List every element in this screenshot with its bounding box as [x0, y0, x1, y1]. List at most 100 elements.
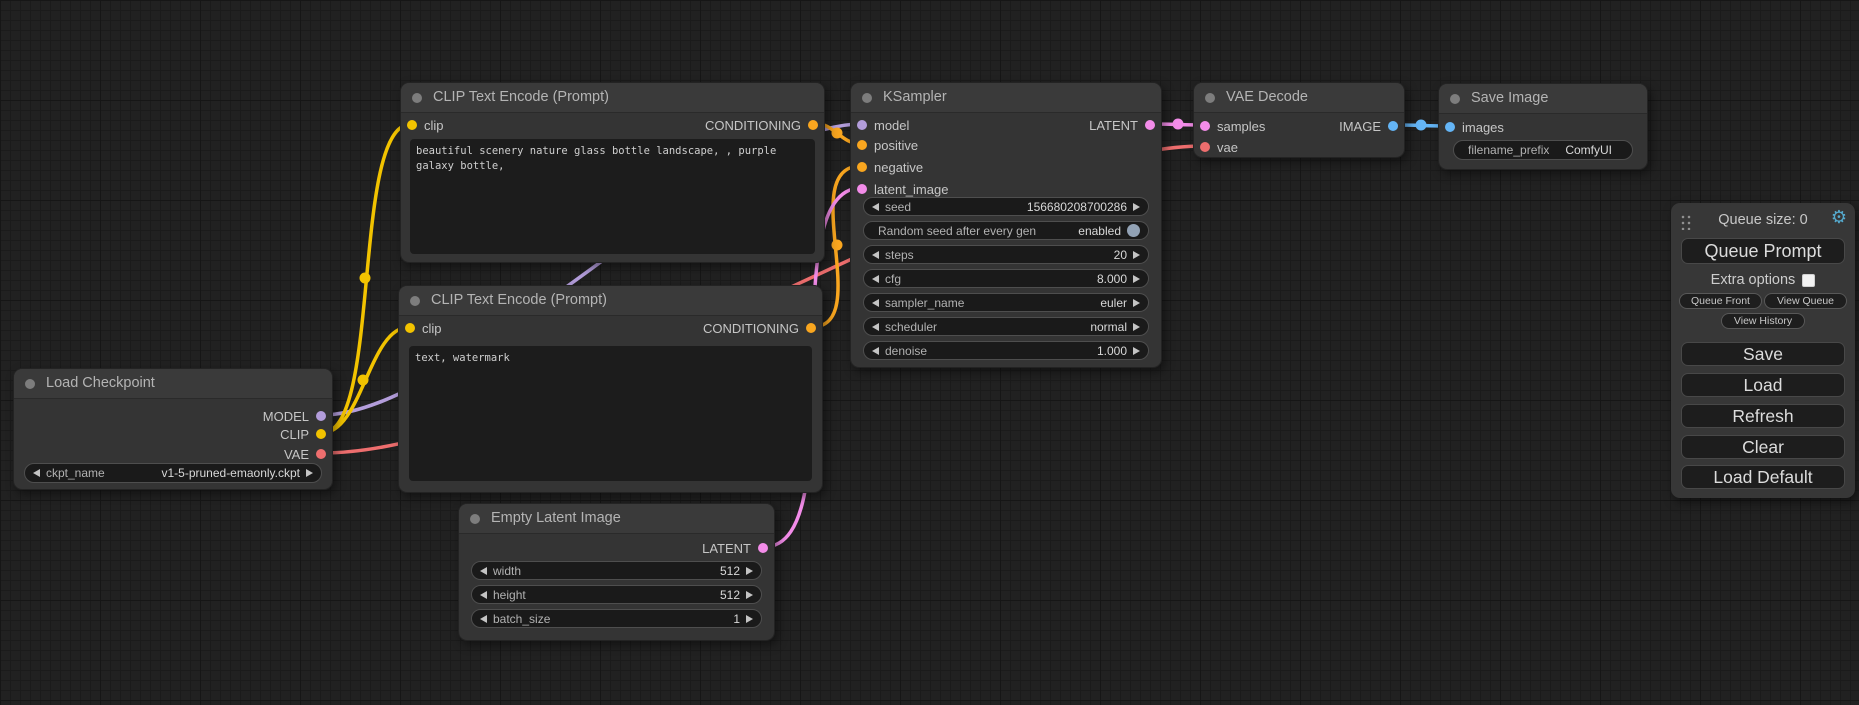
left-arrow-icon[interactable] — [480, 615, 487, 623]
positive-input-dot[interactable] — [857, 140, 867, 150]
link-midpoint-dot — [1173, 119, 1184, 130]
steps-widget[interactable]: steps 20 — [863, 245, 1149, 264]
link-midpoint-dot — [360, 273, 371, 284]
sampler-name-widget[interactable]: sampler_name euler — [863, 293, 1149, 312]
node-empty-latent-image[interactable]: Empty Latent Image LATENT width 512 heig… — [458, 503, 775, 641]
batch-size-widget[interactable]: batch_size 1 — [471, 609, 762, 628]
node-title: KSampler — [883, 89, 947, 105]
node-title-bar[interactable]: Empty Latent Image — [459, 504, 774, 534]
cfg-widget[interactable]: cfg 8.000 — [863, 269, 1149, 288]
filename-prefix-widget[interactable]: filename_prefix ComfyUI — [1453, 140, 1633, 160]
right-arrow-icon[interactable] — [1133, 299, 1140, 307]
clip-output-dot[interactable] — [316, 429, 326, 439]
refresh-button[interactable]: Refresh — [1681, 404, 1845, 428]
negative-prompt-textarea[interactable]: text, watermark — [409, 346, 812, 481]
right-arrow-icon[interactable] — [1133, 203, 1140, 211]
collapse-dot-icon[interactable] — [470, 514, 480, 524]
collapse-dot-icon[interactable] — [410, 296, 420, 306]
node-clip-text-encode-positive[interactable]: CLIP Text Encode (Prompt) clip CONDITION… — [400, 82, 825, 263]
view-queue-button[interactable]: View Queue — [1764, 293, 1847, 309]
queue-front-button[interactable]: Queue Front — [1679, 293, 1762, 309]
model-input-dot[interactable] — [857, 120, 867, 130]
node-title-bar[interactable]: CLIP Text Encode (Prompt) — [399, 286, 822, 316]
ckpt-name-widget[interactable]: ckpt_name v1-5-pruned-emaonly.ckpt — [24, 463, 322, 483]
right-arrow-icon[interactable] — [1133, 323, 1140, 331]
node-clip-text-encode-negative[interactable]: CLIP Text Encode (Prompt) clip CONDITION… — [398, 285, 823, 493]
node-ksampler[interactable]: KSampler model LATENT positive negative … — [850, 82, 1162, 368]
node-title: CLIP Text Encode (Prompt) — [431, 292, 607, 308]
widget-label: cfg — [885, 272, 901, 286]
right-arrow-icon[interactable] — [1133, 347, 1140, 355]
scheduler-widget[interactable]: scheduler normal — [863, 317, 1149, 336]
input-slot-negative: negative — [857, 158, 923, 176]
input-slot-vae: vae — [1200, 138, 1238, 156]
clip-input-dot[interactable] — [405, 323, 415, 333]
positive-prompt-textarea[interactable]: beautiful scenery nature glass bottle la… — [410, 139, 815, 254]
random-seed-widget[interactable]: Random seed after every gen enabled — [863, 221, 1149, 240]
image-output-dot[interactable] — [1388, 121, 1398, 131]
queue-size-label: Queue size: 0 — [1671, 212, 1855, 228]
view-history-button[interactable]: View History — [1721, 313, 1805, 329]
clip-input-dot[interactable] — [407, 120, 417, 130]
widget-value: 512 — [720, 588, 740, 602]
right-arrow-icon[interactable] — [1133, 251, 1140, 259]
widget-label: height — [493, 588, 526, 602]
right-arrow-icon[interactable] — [746, 591, 753, 599]
save-button[interactable]: Save — [1681, 342, 1845, 366]
collapse-dot-icon[interactable] — [1450, 94, 1460, 104]
collapse-dot-icon[interactable] — [25, 379, 35, 389]
left-arrow-icon[interactable] — [480, 567, 487, 575]
conditioning-output-dot[interactable] — [808, 120, 818, 130]
node-title-bar[interactable]: Load Checkpoint — [14, 369, 332, 399]
node-title-bar[interactable]: Save Image — [1439, 84, 1647, 114]
input-slot-images: images — [1445, 118, 1504, 136]
width-widget[interactable]: width 512 — [471, 561, 762, 580]
right-arrow-icon[interactable] — [1133, 275, 1140, 283]
conditioning-output-dot[interactable] — [806, 323, 816, 333]
samples-input-dot[interactable] — [1200, 121, 1210, 131]
denoise-widget[interactable]: denoise 1.000 — [863, 341, 1149, 360]
seed-widget[interactable]: seed 156680208700286 — [863, 197, 1149, 216]
gear-icon[interactable]: ⚙ — [1831, 208, 1847, 226]
left-arrow-icon[interactable] — [872, 323, 879, 331]
extra-options-checkbox[interactable] — [1802, 274, 1815, 287]
left-arrow-icon[interactable] — [872, 251, 879, 259]
images-input-dot[interactable] — [1445, 122, 1455, 132]
left-arrow-icon[interactable] — [872, 275, 879, 283]
collapse-dot-icon[interactable] — [862, 93, 872, 103]
collapse-dot-icon[interactable] — [1205, 93, 1215, 103]
queue-prompt-button[interactable]: Queue Prompt — [1681, 238, 1845, 264]
clear-button[interactable]: Clear — [1681, 435, 1845, 459]
input-slot-samples: samples — [1200, 117, 1265, 135]
node-vae-decode[interactable]: VAE Decode samples IMAGE vae — [1193, 82, 1405, 158]
load-default-button[interactable]: Load Default — [1681, 465, 1845, 489]
node-title-bar[interactable]: KSampler — [851, 83, 1161, 113]
vae-input-dot[interactable] — [1200, 142, 1210, 152]
node-graph-canvas[interactable]: Load Checkpoint MODEL CLIP VAE ckpt_name… — [0, 0, 1859, 705]
toggle-icon[interactable] — [1127, 224, 1140, 237]
node-title-bar[interactable]: CLIP Text Encode (Prompt) — [401, 83, 824, 113]
left-arrow-icon[interactable] — [872, 203, 879, 211]
latent-image-input-dot[interactable] — [857, 184, 867, 194]
left-arrow-icon[interactable] — [480, 591, 487, 599]
link-midpoint-dot — [832, 240, 843, 251]
model-output-dot[interactable] — [316, 411, 326, 421]
node-save-image[interactable]: Save Image images filename_prefix ComfyU… — [1438, 83, 1648, 170]
widget-label: steps — [885, 248, 914, 262]
negative-input-dot[interactable] — [857, 162, 867, 172]
collapse-dot-icon[interactable] — [412, 93, 422, 103]
load-button[interactable]: Load — [1681, 373, 1845, 397]
right-arrow-icon[interactable] — [306, 469, 313, 477]
vae-output-dot[interactable] — [316, 449, 326, 459]
node-title-bar[interactable]: VAE Decode — [1194, 83, 1404, 113]
height-widget[interactable]: height 512 — [471, 585, 762, 604]
right-arrow-icon[interactable] — [746, 567, 753, 575]
right-arrow-icon[interactable] — [746, 615, 753, 623]
left-arrow-icon[interactable] — [872, 347, 879, 355]
node-title: Load Checkpoint — [46, 375, 155, 391]
node-load-checkpoint[interactable]: Load Checkpoint MODEL CLIP VAE ckpt_name… — [13, 368, 333, 490]
left-arrow-icon[interactable] — [872, 299, 879, 307]
left-arrow-icon[interactable] — [33, 469, 40, 477]
latent-output-dot[interactable] — [758, 543, 768, 553]
latent-output-dot[interactable] — [1145, 120, 1155, 130]
